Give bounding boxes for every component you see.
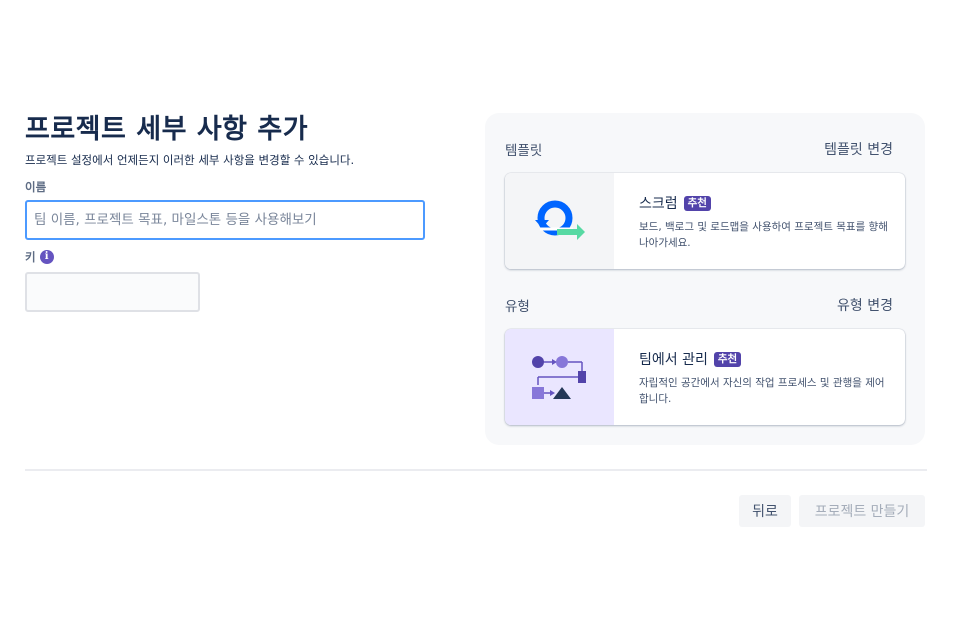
name-label: 이름 (25, 180, 425, 194)
template-card-scrum[interactable]: 스크럼 추천 보드, 백로그 및 로드맵을 사용하여 프로젝트 목표를 향해 나… (505, 173, 905, 269)
recommended-badge: 추천 (713, 351, 742, 367)
key-label-text: 키 (25, 250, 36, 264)
project-name-input[interactable] (25, 200, 425, 240)
recommended-badge: 추천 (683, 195, 711, 211)
type-card-description: 자립적인 공간에서 자신의 작업 프로세스 및 관행을 제어합니다. (639, 377, 885, 405)
template-section-label: 템플릿 (505, 143, 543, 159)
team-managed-workflow-icon (505, 329, 614, 425)
info-icon[interactable]: i (39, 250, 54, 264)
key-label: 키 i (25, 250, 425, 264)
type-card-body: 팀에서 관리 추천 자립적인 공간에서 자신의 작업 프로세스 및 관행을 제어… (614, 329, 905, 425)
change-template-button[interactable]: 템플릿 변경 (824, 139, 893, 159)
project-key-input[interactable] (25, 272, 200, 312)
template-panel: 템플릿 템플릿 변경 스크럼 추천 보드, 백로그 및 로드맵을 사용하여 프로… (485, 113, 925, 445)
template-card-name: 스크럼 (639, 196, 678, 212)
change-type-button[interactable]: 유형 변경 (837, 295, 893, 315)
project-details-form: 프로젝트 세부 사항 추가 프로젝트 설정에서 언제든지 이러한 세부 사항을 … (25, 112, 425, 312)
footer-divider (25, 469, 927, 471)
back-button[interactable]: 뒤로 (739, 495, 791, 527)
create-project-button[interactable]: 프로젝트 만들기 (799, 495, 925, 527)
scrum-cycle-icon (505, 173, 614, 269)
type-section-label: 유형 (505, 299, 530, 315)
page-subtitle: 프로젝트 설정에서 언제든지 이러한 세부 사항을 변경할 수 있습니다. (25, 153, 355, 167)
type-card-team-managed[interactable]: 팀에서 관리 추천 자립적인 공간에서 자신의 작업 프로세스 및 관행을 제어… (505, 329, 905, 425)
template-card-title: 스크럼 추천 (639, 193, 891, 213)
template-card-description: 보드, 백로그 및 로드맵을 사용하여 프로젝트 목표를 향해 나아가세요. (639, 221, 888, 249)
template-card-body: 스크럼 추천 보드, 백로그 및 로드맵을 사용하여 프로젝트 목표를 향해 나… (614, 173, 905, 269)
type-card-title: 팀에서 관리 추천 (639, 349, 891, 369)
template-section-header: 템플릿 템플릿 변경 (505, 139, 893, 159)
name-label-text: 이름 (25, 180, 47, 194)
type-section-header: 유형 유형 변경 (505, 295, 893, 315)
type-card-name: 팀에서 관리 (639, 352, 708, 368)
page-title: 프로젝트 세부 사항 추가 (25, 114, 309, 145)
